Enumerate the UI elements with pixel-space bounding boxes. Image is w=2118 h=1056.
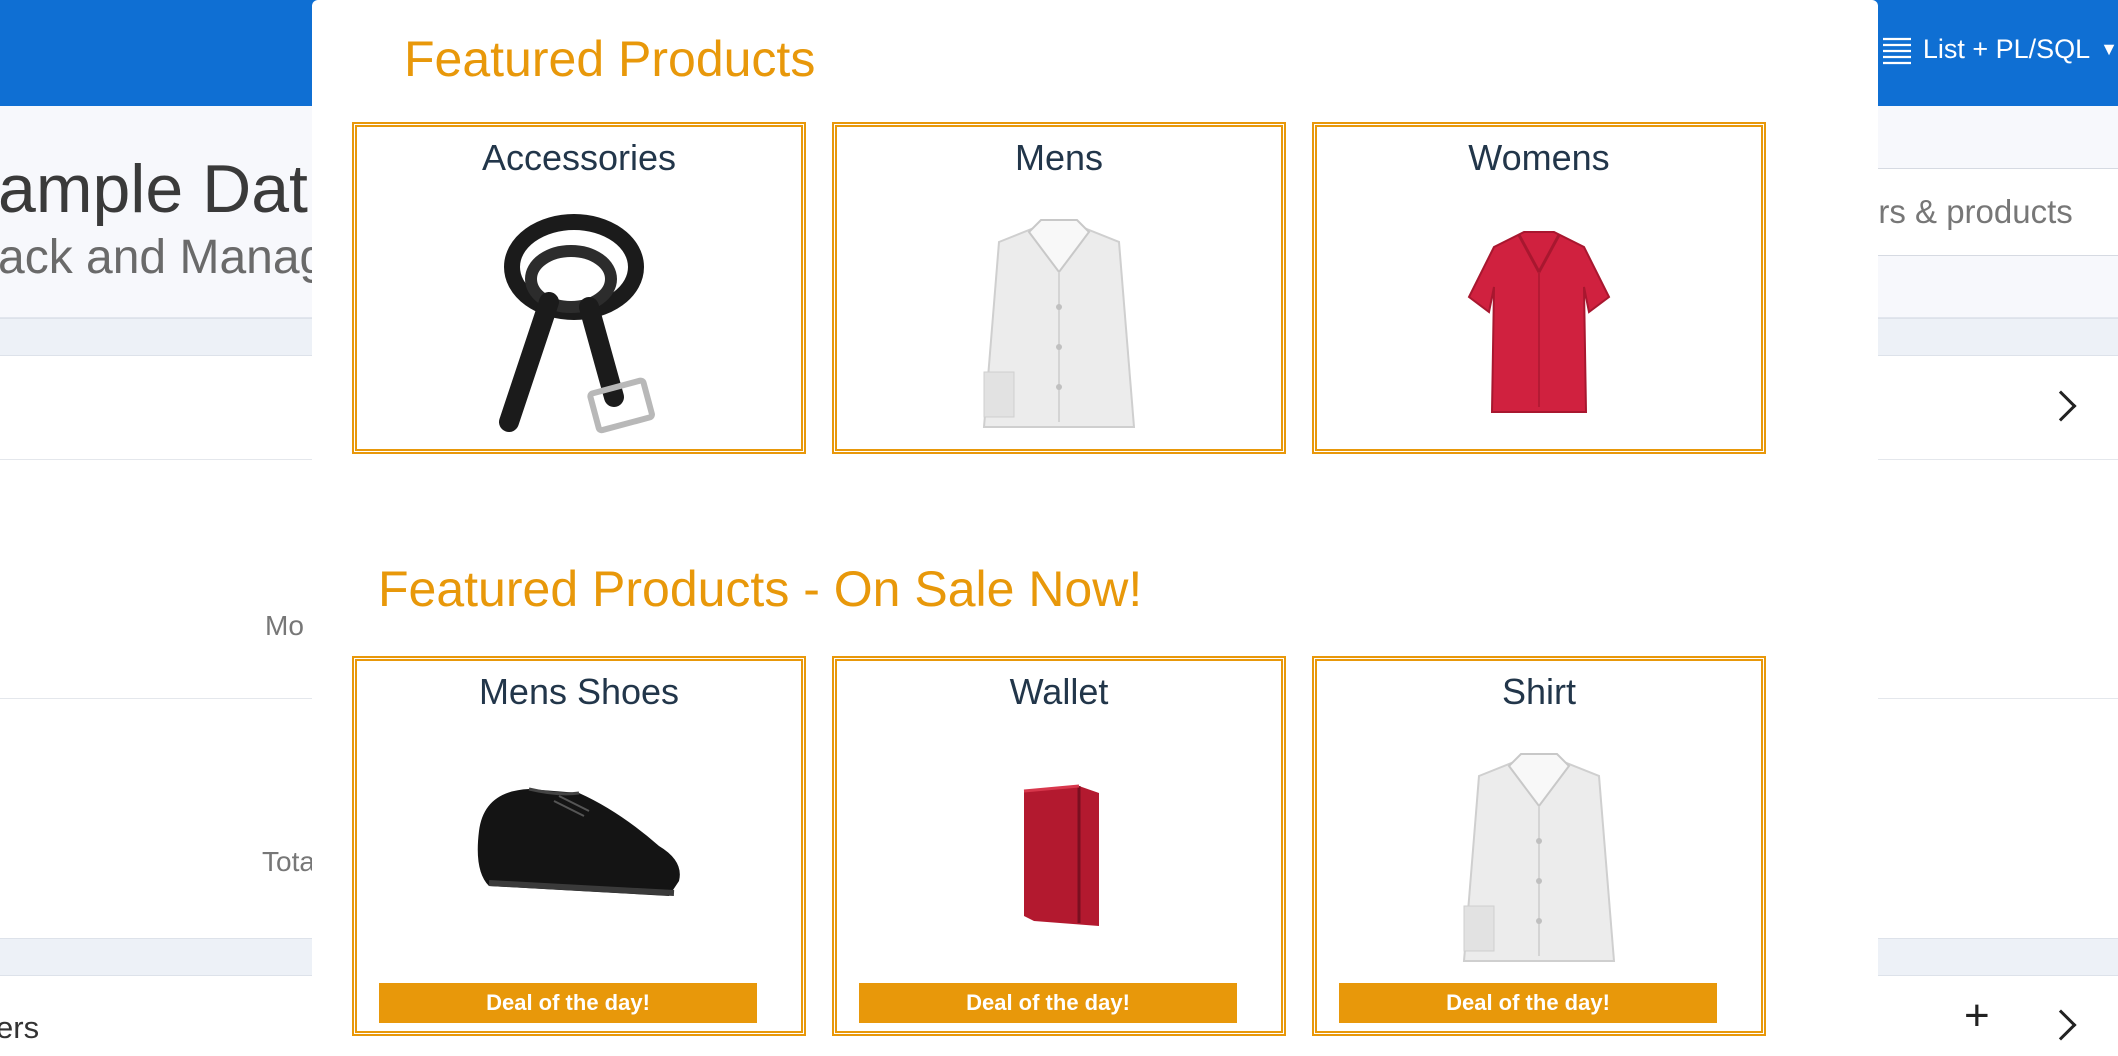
list-icon xyxy=(1882,37,1911,64)
product-card-label: Womens xyxy=(1468,137,1610,178)
white-shirt-image xyxy=(982,219,1136,428)
shoe-image xyxy=(477,787,680,896)
nav-menu-label: List + PL/SQL xyxy=(1922,34,2091,64)
product-card-label: Accessories xyxy=(481,137,677,178)
row-label: Tota xyxy=(262,846,315,877)
deal-badge: Deal of the day! xyxy=(379,983,757,1023)
belt-image xyxy=(499,214,655,434)
white-shirt-image xyxy=(1462,753,1616,962)
page-title: ample Dat xyxy=(0,151,308,227)
product-card-label: Mens xyxy=(1014,137,1104,178)
sale-card-wallet[interactable]: Wallet Deal of the day! xyxy=(832,656,1286,1036)
product-card-label: Wallet xyxy=(1009,671,1109,712)
product-card-label: Shirt xyxy=(1501,671,1577,712)
featured-products-dialog: Featured Products Accessories Mens Women… xyxy=(312,0,1878,1056)
nav-menu-list-plsql[interactable]: List + PL/SQL ▼ xyxy=(1881,34,2118,65)
deal-badge: Deal of the day! xyxy=(1339,983,1717,1023)
list-row-label: ers xyxy=(0,1010,40,1045)
product-card-accessories[interactable]: Accessories xyxy=(352,122,806,454)
wallet-image xyxy=(1023,784,1099,926)
row-label: Mo xyxy=(265,610,304,641)
search-input-text: ers & products xyxy=(1860,193,2073,230)
red-blouse-image xyxy=(1467,231,1611,413)
chevron-down-icon: ▼ xyxy=(2100,39,2118,59)
page-subtitle: ack and Manag xyxy=(0,231,327,284)
product-card-label: Mens Shoes xyxy=(478,671,680,712)
sale-card-shirt[interactable]: Shirt Deal of the day! xyxy=(1312,656,1766,1036)
deal-badge: Deal of the day! xyxy=(859,983,1237,1023)
featured-products-title: Featured Products xyxy=(404,31,816,87)
on-sale-section-title: Featured Products - On Sale Now! xyxy=(378,561,1143,617)
add-icon[interactable]: + xyxy=(1964,994,1990,1038)
sale-card-mens-shoes[interactable]: Mens Shoes Deal of the day! xyxy=(352,656,806,1036)
product-card-mens[interactable]: Mens xyxy=(832,122,1286,454)
product-card-womens[interactable]: Womens xyxy=(1312,122,1766,454)
